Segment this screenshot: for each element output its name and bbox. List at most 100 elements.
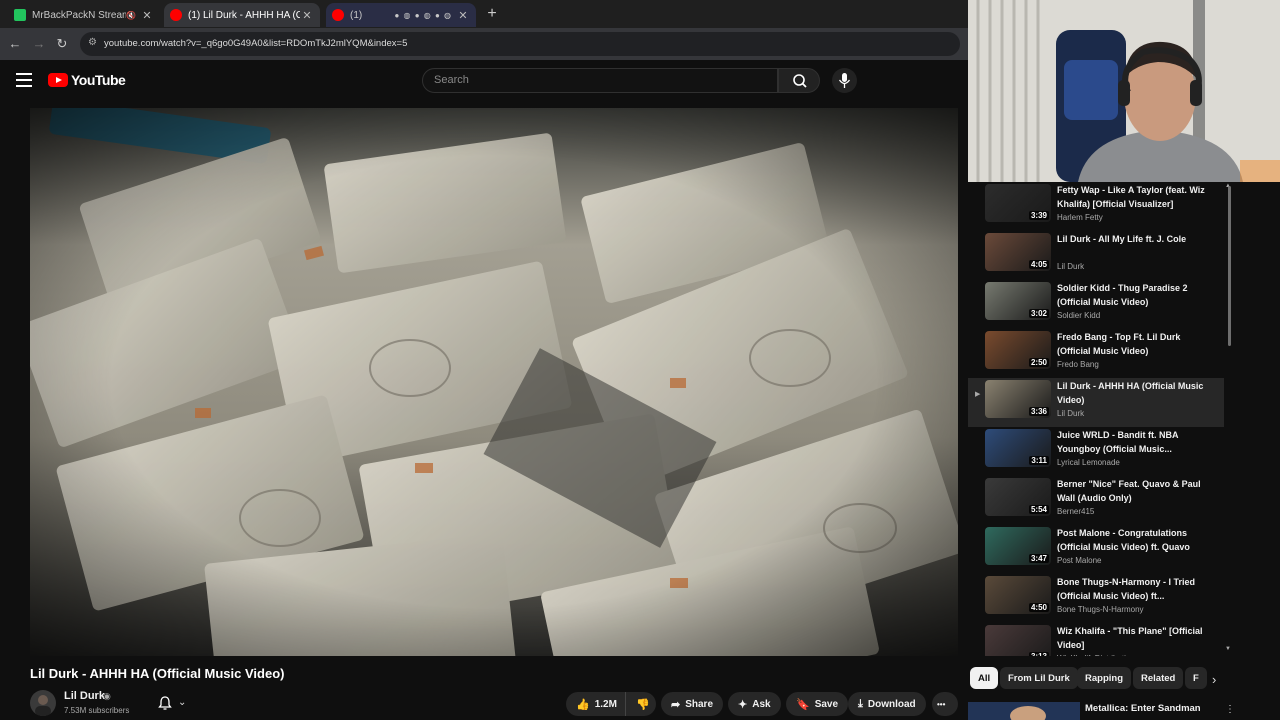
site-info-icon[interactable]: ⚙ [88, 37, 97, 48]
chevron-down-icon[interactable]: ⌄ [178, 697, 186, 708]
playlist-item[interactable]: ▶ 3:36 Lil Durk - AHHH HA (Official Music … [968, 378, 1224, 427]
search-icon [793, 74, 807, 88]
playlist-thumbnail[interactable]: 5:54 [985, 478, 1051, 516]
forward-arrow-icon[interactable]: → [30, 35, 48, 53]
close-tab-icon[interactable]: ✕ [300, 9, 314, 22]
playlist-thumbnail[interactable]: 2:50 [985, 331, 1051, 369]
playlist-item-title[interactable]: Wiz Khalifa - "This Plane" [Official Vid… [1057, 624, 1207, 652]
hamburger-menu-icon[interactable] [16, 73, 32, 87]
playlist-item-title[interactable]: Berner "Nice" Feat. Quavo & Paul Wall (A… [1057, 477, 1207, 505]
playlist-item-title[interactable]: Fredo Bang - Top Ft. Lil Durk (Official … [1057, 330, 1207, 358]
playlist-thumbnail[interactable]: 4:05 [985, 233, 1051, 271]
duration-badge: 3:47 [1028, 554, 1049, 563]
search-button[interactable] [778, 68, 820, 93]
duration-badge: 3:11 [1029, 456, 1049, 465]
more-actions-button[interactable]: ••• [932, 692, 958, 716]
tab-title: (1) [350, 9, 363, 21]
playlist-thumbnail[interactable]: 3:39 [985, 184, 1051, 222]
back-arrow-icon[interactable]: ← [6, 35, 24, 53]
tab-group-favicons-icon: ● ◍ ● ◍ ● ◍ [394, 10, 452, 20]
playlist-thumbnail[interactable]: 3:02 [985, 282, 1051, 320]
playlist-thumbnail[interactable]: 3:36 [985, 380, 1051, 418]
close-tab-icon[interactable]: ✕ [456, 9, 470, 22]
duration-badge: 4:05 [1028, 260, 1049, 269]
search-input[interactable]: Search [422, 68, 778, 93]
new-tab-button[interactable]: + [484, 5, 500, 23]
duration-badge: 4:50 [1028, 603, 1049, 612]
download-button[interactable]: ⤓ Download [848, 692, 926, 716]
dislike-button[interactable]: 👎 [626, 692, 660, 716]
playlist-scrollbar[interactable] [1228, 186, 1231, 346]
browser-tab-group[interactable]: (1) ● ◍ ● ◍ ● ◍ ✕ [326, 3, 476, 27]
playlist-item-channel: Bone Thugs-N-Harmony [1057, 605, 1144, 614]
playlist-item-channel: Lyrical Lemonade [1057, 458, 1120, 467]
playlist-item-title[interactable]: Soldier Kidd - Thug Paradise 2 (Official… [1057, 281, 1207, 309]
share-button[interactable]: ➦ Share [661, 692, 724, 716]
streamer-webcam [968, 0, 1280, 182]
chip-all[interactable]: All [970, 667, 999, 689]
browser-tab-stream[interactable]: MrBackPackN Stream - Wa 🔇 ✕ [8, 3, 160, 27]
microphone-icon [838, 73, 851, 88]
playlist-item-title[interactable]: Bone Thugs-N-Harmony - I Tried (Official… [1057, 575, 1207, 603]
video-frame-cash-stacks [30, 108, 958, 656]
tab-title: (1) Lil Durk - AHHH HA (Officia [188, 9, 300, 21]
chip-related[interactable]: Related [1133, 667, 1184, 689]
voice-search-button[interactable] [832, 68, 857, 93]
playlist-item-channel: Harlem Fetty [1057, 213, 1103, 222]
subscriber-count: 7.53M subscribers [64, 706, 130, 715]
address-bar[interactable]: ⚙ youtube.com/watch?v=_q6go0G49A0&list=R… [80, 32, 960, 56]
youtube-play-icon [48, 73, 68, 87]
playlist-item[interactable]: 3:02 Soldier Kidd - Thug Paradise 2 (Offi… [968, 280, 1224, 329]
playlist-item[interactable]: 3:47 Post Malone - Congratulations (Offic… [968, 525, 1224, 574]
channel-name[interactable]: Lil Durk [64, 690, 105, 702]
next-recommendation-title[interactable]: Metallica: Enter Sandman [1085, 703, 1201, 714]
playlist-item[interactable]: 4:50 Bone Thugs-N-Harmony - I Tried (Offi… [968, 574, 1224, 623]
ask-button[interactable]: ✦ Ask [728, 692, 781, 716]
playlist-item[interactable]: 3:11 Juice WRLD - Bandit ft. NBA Youngboy… [968, 427, 1224, 476]
playlist-thumbnail[interactable]: 3:11 [985, 429, 1051, 467]
chevron-right-icon[interactable]: › [1212, 672, 1216, 687]
playlist-item[interactable]: 2:50 Fredo Bang - Top Ft. Lil Durk (Offic… [968, 329, 1224, 378]
next-recommendation-thumbnail[interactable] [968, 702, 1080, 720]
notification-bell-icon[interactable] [157, 695, 173, 711]
browser-tab-strip: MrBackPackN Stream - Wa 🔇 ✕ (1) Lil Durk… [0, 0, 968, 28]
playlist-item-channel: WizKhalifaDistribution [1057, 654, 1135, 656]
playlist-item-title[interactable]: Lil Durk - All My Life ft. J. Cole [1057, 232, 1207, 246]
like-button[interactable]: 👍 1.2M [566, 692, 626, 716]
chip-partial[interactable]: F [1185, 667, 1207, 689]
save-button[interactable]: 🔖 Save [786, 692, 849, 716]
playlist-thumbnail[interactable]: 4:50 [985, 576, 1051, 614]
playlist-thumbnail[interactable]: 3:13 [985, 625, 1051, 656]
playlist-item[interactable]: 5:54 Berner "Nice" Feat. Quavo & Paul Wal… [968, 476, 1224, 525]
playlist-item-channel: Fredo Bang [1057, 360, 1099, 369]
youtube-logo[interactable]: YouTube [48, 72, 126, 88]
browser-tab-youtube-current[interactable]: (1) Lil Durk - AHHH HA (Officia ✕ [164, 3, 320, 27]
playlist-item-title[interactable]: Juice WRLD - Bandit ft. NBA Youngboy (Of… [1057, 428, 1207, 456]
playlist-item[interactable]: 3:39 Fetty Wap - Like A Taylor (feat. Wiz… [968, 182, 1224, 231]
close-tab-icon[interactable]: ✕ [140, 9, 154, 22]
playlist-item-title[interactable]: Lil Durk - AHHH HA (Official Music Video… [1057, 379, 1207, 407]
reload-icon[interactable]: ↻ [53, 35, 71, 53]
sparkle-icon: ✦ [738, 698, 748, 711]
playlist-item-channel: Berner415 [1057, 507, 1095, 516]
video-player[interactable] [30, 108, 958, 656]
channel-avatar[interactable] [30, 690, 56, 716]
mute-icon[interactable]: 🔇 [126, 11, 136, 20]
playlist-item[interactable]: 4:05 Lil Durk - All My Life ft. J. Cole Li… [968, 231, 1224, 280]
chip-from-lil-durk[interactable]: From Lil Durk [1000, 667, 1078, 689]
chip-rapping[interactable]: Rapping [1077, 667, 1131, 689]
playlist-thumbnail[interactable]: 3:47 [985, 527, 1051, 565]
scroll-down-arrow-icon[interactable]: ▼ [1225, 646, 1231, 652]
address-bar-row: ← → ↻ ⚙ youtube.com/watch?v=_q6go0G49A0&… [0, 28, 968, 60]
playlist-item[interactable]: 3:13 Wiz Khalifa - "This Plane" [Official… [968, 623, 1224, 656]
playlist-item-channel: Lil Durk [1057, 262, 1085, 271]
playlist-item-title[interactable]: Post Malone - Congratulations (Official … [1057, 526, 1207, 554]
more-vertical-icon[interactable]: ⋮ [1225, 704, 1235, 715]
playlist-item-channel: Post Malone [1057, 556, 1102, 565]
playlist-panel: 3:39 Fetty Wap - Like A Taylor (feat. Wiz… [968, 182, 1238, 656]
playlist-item-title[interactable]: Fetty Wap - Like A Taylor (feat. Wiz Kha… [1057, 183, 1207, 211]
video-title: Lil Durk - AHHH HA (Official Music Video… [30, 666, 285, 681]
duration-badge: 3:39 [1028, 211, 1049, 220]
share-label: Share [685, 698, 714, 710]
playlist-item-channel: Soldier Kidd [1057, 311, 1101, 320]
